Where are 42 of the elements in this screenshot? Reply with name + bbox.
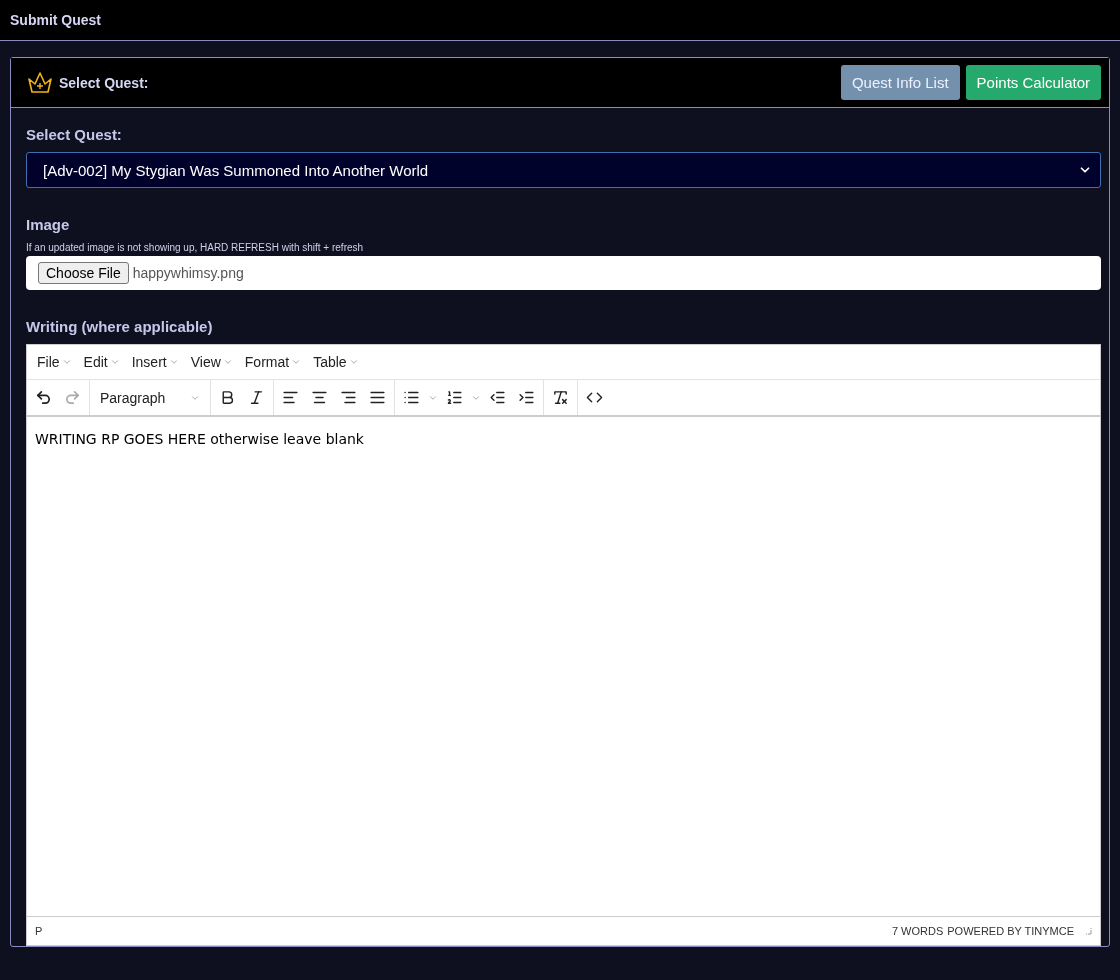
card-title: Select Quest: <box>59 74 150 91</box>
caret-icon <box>348 357 359 367</box>
caret-icon <box>222 357 233 367</box>
format-dropdown[interactable]: Paragraph <box>94 389 206 406</box>
numbered-list-icon <box>446 389 463 406</box>
field-label: Image <box>26 216 71 233</box>
menu-item[interactable]: View <box>184 354 239 370</box>
editor-text: WRITING RP GOES HERE otherwise leave blank <box>35 431 365 447</box>
clear-formatting-icon <box>552 389 569 406</box>
field-label: Select Quest: <box>26 126 123 143</box>
caret-icon <box>61 357 72 367</box>
outdent-icon <box>489 389 506 406</box>
crown-icon <box>27 70 53 95</box>
menu-item[interactable]: Format <box>238 354 308 370</box>
page-title: Submit Quest <box>10 12 101 28</box>
file-name: happywhimsy.png <box>132 265 244 281</box>
caret-icon <box>109 357 120 367</box>
menu-item[interactable]: File <box>31 354 78 370</box>
quest-select[interactable]: [Adv-002] My Stygian Was Summoned Into Another World <box>26 152 1101 188</box>
element-path: P <box>35 925 43 937</box>
undo-icon <box>35 389 52 406</box>
bullet-list-icon <box>403 389 420 406</box>
caret-icon <box>168 357 179 367</box>
menu-item[interactable]: Insert <box>125 354 185 370</box>
align-justify-icon <box>369 389 386 406</box>
italic-icon <box>248 389 265 406</box>
indent-icon <box>518 389 535 406</box>
branding-text: POWERED BY TINYMCE <box>947 925 1074 937</box>
word-count: 7 WORDS <box>891 925 944 937</box>
choose-file-button[interactable]: Choose File <box>38 262 129 284</box>
hint-text: If an updated image is not showing up, HARD REFRESH with shift + refresh <box>26 242 365 253</box>
caret-icon <box>291 357 302 367</box>
align-center-icon <box>311 389 328 406</box>
align-left-icon <box>282 389 299 406</box>
field-label: Writing (where applicable) <box>26 318 214 335</box>
menu-item[interactable]: Table <box>307 354 365 370</box>
align-right-icon <box>340 389 357 406</box>
menu-item[interactable]: Edit <box>77 354 126 370</box>
redo-icon <box>64 389 81 406</box>
resize-handle-icon[interactable] <box>1084 927 1092 935</box>
editor-content[interactable]: WRITING RP GOES HERE otherwise leave blank <box>27 417 1100 916</box>
file-input[interactable]: Choose File happywhimsy.png <box>26 256 1101 290</box>
